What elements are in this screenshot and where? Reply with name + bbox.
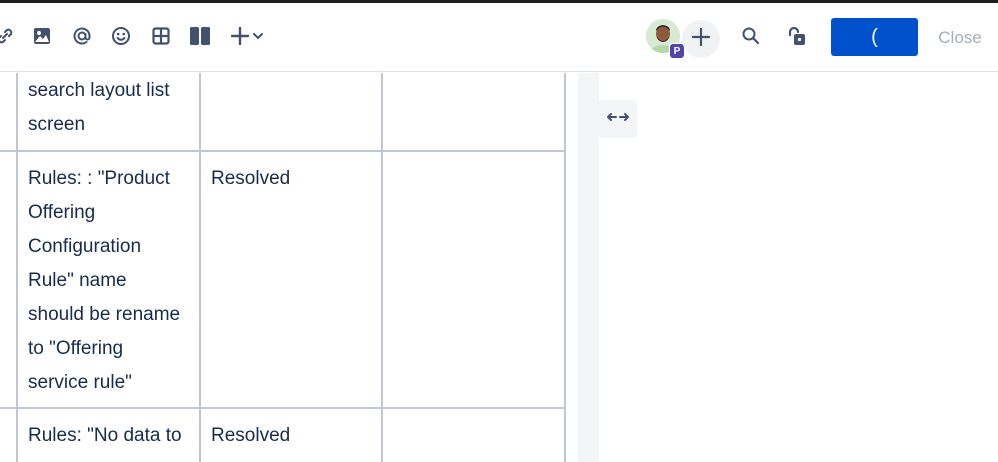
link-icon[interactable] bbox=[0, 23, 18, 49]
table-column-divider bbox=[16, 73, 18, 462]
layout-icon[interactable] bbox=[187, 23, 213, 49]
table-row-divider bbox=[0, 407, 566, 409]
editor-toolbar: P ( Close bbox=[0, 3, 998, 72]
table-row-divider bbox=[0, 150, 566, 152]
table-column-divider bbox=[199, 73, 201, 462]
table-cell-status[interactable]: Resolved bbox=[211, 419, 290, 453]
expand-arrows-icon bbox=[606, 110, 630, 128]
table-cell-issue[interactable]: Rules: "No data to bbox=[28, 419, 182, 453]
publish-button[interactable]: ( bbox=[831, 18, 918, 56]
table-cell-issue[interactable]: search layout list screen bbox=[28, 74, 170, 142]
side-panel bbox=[599, 73, 998, 462]
expand-width-button[interactable] bbox=[599, 100, 637, 138]
table-icon[interactable] bbox=[148, 23, 174, 49]
content-table: search layout list screen Rules: : "Prod… bbox=[0, 73, 566, 462]
mention-icon[interactable] bbox=[69, 23, 95, 49]
close-button[interactable]: Close bbox=[930, 28, 990, 48]
plus-icon bbox=[691, 27, 711, 51]
invite-button[interactable] bbox=[682, 20, 720, 58]
table-cell-status[interactable]: Resolved bbox=[211, 162, 290, 196]
table-column-divider bbox=[564, 73, 566, 462]
table-cell-issue[interactable]: Rules: : "Product Offering Configuration… bbox=[28, 162, 180, 400]
table-column-divider bbox=[381, 73, 383, 462]
scroll-gutter bbox=[578, 73, 599, 462]
search-icon[interactable] bbox=[738, 23, 764, 49]
image-icon[interactable] bbox=[29, 23, 55, 49]
insert-more-icon[interactable] bbox=[230, 23, 266, 49]
restrictions-icon[interactable] bbox=[784, 23, 810, 49]
emoji-icon[interactable] bbox=[108, 23, 134, 49]
